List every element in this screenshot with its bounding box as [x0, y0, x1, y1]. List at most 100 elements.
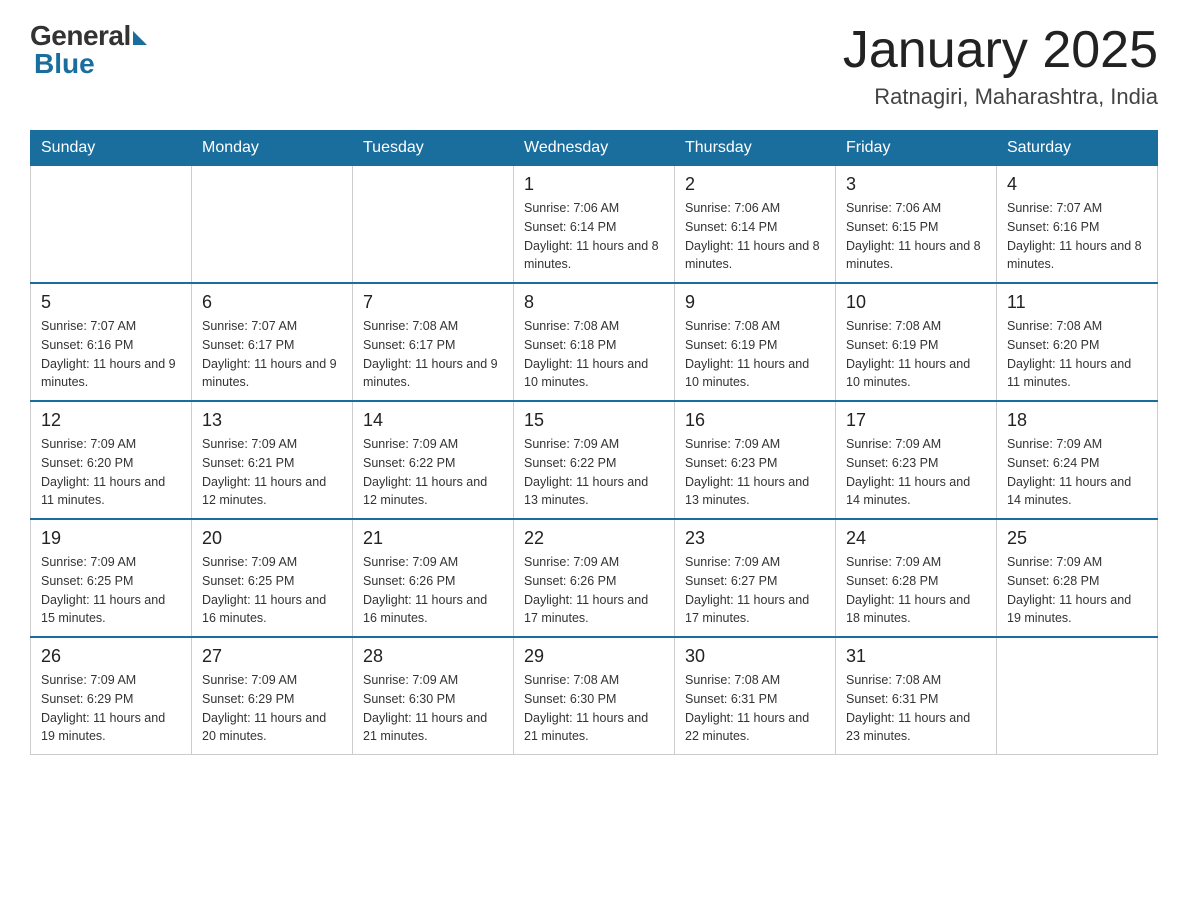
- day-of-week-header: Saturday: [997, 131, 1158, 166]
- day-info: Sunrise: 7:08 AMSunset: 6:20 PMDaylight:…: [1007, 317, 1147, 392]
- calendar-cell: [31, 166, 192, 284]
- calendar-cell: 15 Sunrise: 7:09 AMSunset: 6:22 PMDayligh…: [514, 401, 675, 519]
- calendar-cell: 23 Sunrise: 7:09 AMSunset: 6:27 PMDayligh…: [675, 519, 836, 637]
- day-info: Sunrise: 7:07 AMSunset: 6:16 PMDaylight:…: [1007, 199, 1147, 274]
- calendar-cell: 21 Sunrise: 7:09 AMSunset: 6:26 PMDayligh…: [353, 519, 514, 637]
- day-number: 11: [1007, 292, 1147, 313]
- page-header: General Blue January 2025 Ratnagiri, Mah…: [30, 20, 1158, 110]
- day-info: Sunrise: 7:09 AMSunset: 6:23 PMDaylight:…: [846, 435, 986, 510]
- calendar-cell: 12Sunrise: 7:09 AMSunset: 6:20 PMDayligh…: [31, 401, 192, 519]
- calendar-cell: 11 Sunrise: 7:08 AMSunset: 6:20 PMDayligh…: [997, 283, 1158, 401]
- day-number: 5: [41, 292, 181, 313]
- day-of-week-header: Wednesday: [514, 131, 675, 166]
- logo: General Blue: [30, 20, 147, 80]
- day-number: 20: [202, 528, 342, 549]
- day-of-week-header: Tuesday: [353, 131, 514, 166]
- day-number: 23: [685, 528, 825, 549]
- calendar-cell: 4 Sunrise: 7:07 AMSunset: 6:16 PMDaylight…: [997, 166, 1158, 284]
- day-info: Sunrise: 7:09 AMSunset: 6:29 PMDaylight:…: [202, 671, 342, 746]
- day-info: Sunrise: 7:06 AMSunset: 6:14 PMDaylight:…: [685, 199, 825, 274]
- calendar-cell: 2 Sunrise: 7:06 AMSunset: 6:14 PMDaylight…: [675, 166, 836, 284]
- title-section: January 2025 Ratnagiri, Maharashtra, Ind…: [843, 20, 1158, 110]
- day-info: Sunrise: 7:08 AMSunset: 6:17 PMDaylight:…: [363, 317, 503, 392]
- day-info: Sunrise: 7:09 AMSunset: 6:28 PMDaylight:…: [1007, 553, 1147, 628]
- day-number: 7: [363, 292, 503, 313]
- day-info: Sunrise: 7:09 AMSunset: 6:26 PMDaylight:…: [363, 553, 503, 628]
- day-of-week-header: Sunday: [31, 131, 192, 166]
- calendar-cell: 20 Sunrise: 7:09 AMSunset: 6:25 PMDayligh…: [192, 519, 353, 637]
- day-number: 31: [846, 646, 986, 667]
- day-number: 14: [363, 410, 503, 431]
- month-title: January 2025: [843, 20, 1158, 80]
- day-info: Sunrise: 7:08 AMSunset: 6:31 PMDaylight:…: [685, 671, 825, 746]
- calendar-cell: 1 Sunrise: 7:06 AMSunset: 6:14 PMDaylight…: [514, 166, 675, 284]
- calendar-week-row: 19 Sunrise: 7:09 AMSunset: 6:25 PMDayligh…: [31, 519, 1158, 637]
- day-info: Sunrise: 7:09 AMSunset: 6:23 PMDaylight:…: [685, 435, 825, 510]
- day-number: 6: [202, 292, 342, 313]
- day-number: 21: [363, 528, 503, 549]
- calendar-cell: 30 Sunrise: 7:08 AMSunset: 6:31 PMDayligh…: [675, 637, 836, 755]
- day-number: 2: [685, 174, 825, 195]
- day-info: Sunrise: 7:09 AMSunset: 6:25 PMDaylight:…: [41, 553, 181, 628]
- calendar-cell: 13 Sunrise: 7:09 AMSunset: 6:21 PMDayligh…: [192, 401, 353, 519]
- calendar-cell: 14 Sunrise: 7:09 AMSunset: 6:22 PMDayligh…: [353, 401, 514, 519]
- day-number: 17: [846, 410, 986, 431]
- day-info: Sunrise: 7:09 AMSunset: 6:26 PMDaylight:…: [524, 553, 664, 628]
- calendar-cell: 18 Sunrise: 7:09 AMSunset: 6:24 PMDayligh…: [997, 401, 1158, 519]
- calendar-cell: 26Sunrise: 7:09 AMSunset: 6:29 PMDayligh…: [31, 637, 192, 755]
- day-info: Sunrise: 7:09 AMSunset: 6:22 PMDaylight:…: [363, 435, 503, 510]
- day-number: 15: [524, 410, 664, 431]
- calendar-cell: 31 Sunrise: 7:08 AMSunset: 6:31 PMDayligh…: [836, 637, 997, 755]
- day-info: Sunrise: 7:06 AMSunset: 6:14 PMDaylight:…: [524, 199, 664, 274]
- day-info: Sunrise: 7:09 AMSunset: 6:25 PMDaylight:…: [202, 553, 342, 628]
- day-info: Sunrise: 7:07 AMSunset: 6:17 PMDaylight:…: [202, 317, 342, 392]
- day-info: Sunrise: 7:09 AMSunset: 6:22 PMDaylight:…: [524, 435, 664, 510]
- calendar-cell: 5Sunrise: 7:07 AMSunset: 6:16 PMDaylight…: [31, 283, 192, 401]
- day-number: 27: [202, 646, 342, 667]
- day-number: 25: [1007, 528, 1147, 549]
- calendar-cell: 22Sunrise: 7:09 AMSunset: 6:26 PMDayligh…: [514, 519, 675, 637]
- day-number: 18: [1007, 410, 1147, 431]
- day-number: 30: [685, 646, 825, 667]
- calendar-cell: [192, 166, 353, 284]
- calendar-header-row: SundayMondayTuesdayWednesdayThursdayFrid…: [31, 131, 1158, 166]
- calendar-week-row: 26 Sunrise: 7:09 AMSunset: 6:29 PMDayligh…: [31, 637, 1158, 755]
- day-number: 29: [524, 646, 664, 667]
- day-of-week-header: Monday: [192, 131, 353, 166]
- logo-arrow-icon: [133, 31, 147, 45]
- day-info: Sunrise: 7:09 AMSunset: 6:27 PMDaylight:…: [685, 553, 825, 628]
- calendar-cell: 29Sunrise: 7:08 AMSunset: 6:30 PMDayligh…: [514, 637, 675, 755]
- calendar-week-row: 5Sunrise: 7:07 AMSunset: 6:16 PMDaylight…: [31, 283, 1158, 401]
- day-number: 26: [41, 646, 181, 667]
- day-number: 13: [202, 410, 342, 431]
- day-number: 24: [846, 528, 986, 549]
- calendar-cell: 3Sunrise: 7:06 AMSunset: 6:15 PMDaylight…: [836, 166, 997, 284]
- day-number: 16: [685, 410, 825, 431]
- day-number: 19: [41, 528, 181, 549]
- day-number: 4: [1007, 174, 1147, 195]
- day-number: 8: [524, 292, 664, 313]
- logo-blue-text: Blue: [30, 48, 95, 80]
- day-info: Sunrise: 7:08 AMSunset: 6:31 PMDaylight:…: [846, 671, 986, 746]
- day-number: 1: [524, 174, 664, 195]
- day-info: Sunrise: 7:09 AMSunset: 6:30 PMDaylight:…: [363, 671, 503, 746]
- calendar-cell: [997, 637, 1158, 755]
- calendar-cell: 8 Sunrise: 7:08 AMSunset: 6:18 PMDaylight…: [514, 283, 675, 401]
- calendar-cell: 24 Sunrise: 7:09 AMSunset: 6:28 PMDayligh…: [836, 519, 997, 637]
- day-number: 10: [846, 292, 986, 313]
- calendar-cell: 7 Sunrise: 7:08 AMSunset: 6:17 PMDaylight…: [353, 283, 514, 401]
- day-of-week-header: Friday: [836, 131, 997, 166]
- calendar-week-row: 12Sunrise: 7:09 AMSunset: 6:20 PMDayligh…: [31, 401, 1158, 519]
- day-info: Sunrise: 7:09 AMSunset: 6:24 PMDaylight:…: [1007, 435, 1147, 510]
- calendar-week-row: 1 Sunrise: 7:06 AMSunset: 6:14 PMDaylight…: [31, 166, 1158, 284]
- day-info: Sunrise: 7:08 AMSunset: 6:19 PMDaylight:…: [846, 317, 986, 392]
- calendar-cell: 27 Sunrise: 7:09 AMSunset: 6:29 PMDayligh…: [192, 637, 353, 755]
- day-info: Sunrise: 7:08 AMSunset: 6:18 PMDaylight:…: [524, 317, 664, 392]
- day-info: Sunrise: 7:09 AMSunset: 6:28 PMDaylight:…: [846, 553, 986, 628]
- day-info: Sunrise: 7:09 AMSunset: 6:21 PMDaylight:…: [202, 435, 342, 510]
- day-number: 3: [846, 174, 986, 195]
- calendar-cell: 28Sunrise: 7:09 AMSunset: 6:30 PMDayligh…: [353, 637, 514, 755]
- calendar-cell: [353, 166, 514, 284]
- calendar-table: SundayMondayTuesdayWednesdayThursdayFrid…: [30, 130, 1158, 755]
- day-info: Sunrise: 7:08 AMSunset: 6:19 PMDaylight:…: [685, 317, 825, 392]
